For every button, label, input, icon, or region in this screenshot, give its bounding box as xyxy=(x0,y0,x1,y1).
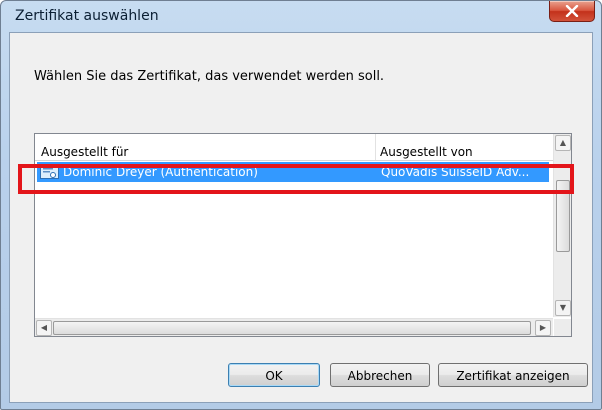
close-icon xyxy=(565,5,579,17)
title-bar[interactable]: Zertifikat auswählen xyxy=(1,1,601,31)
issued-to-cell: Dominic Dreyer (Authentication) xyxy=(63,165,258,179)
certificate-icon xyxy=(40,165,59,179)
dialog-body: Wählen Sie das Zertifikat, das verwendet… xyxy=(9,32,593,403)
scrollbar-corner xyxy=(554,319,571,336)
view-certificate-button[interactable]: Zertifikat anzeigen xyxy=(438,363,588,387)
dialog-window: Zertifikat auswählen Wählen Sie das Zert… xyxy=(0,0,602,410)
cancel-button[interactable]: Abbrechen xyxy=(330,363,430,387)
vertical-scroll-thumb[interactable] xyxy=(556,180,570,252)
certificate-row[interactable]: Dominic Dreyer (Authentication) QuoVadis… xyxy=(37,162,549,182)
scroll-left-button[interactable]: ◀ xyxy=(36,320,52,336)
window-title: Zertifikat auswählen xyxy=(15,8,159,24)
scroll-right-button[interactable]: ▶ xyxy=(535,320,551,336)
ok-button[interactable]: OK xyxy=(228,363,320,387)
close-button[interactable] xyxy=(549,1,595,22)
column-header-issued-by[interactable]: Ausgestellt von xyxy=(376,134,550,160)
list-header: Ausgestellt für Ausgestellt von xyxy=(35,134,553,161)
column-header-issued-to[interactable]: Ausgestellt für xyxy=(37,134,376,160)
horizontal-scrollbar[interactable]: ◀ ▶ xyxy=(35,318,553,336)
vertical-scrollbar[interactable]: ▲ ▼ xyxy=(553,134,571,317)
certificate-list[interactable]: Ausgestellt für Ausgestellt von Dominic … xyxy=(34,133,572,337)
horizontal-scroll-thumb[interactable] xyxy=(53,321,531,335)
issued-by-cell: QuoVadis SuisseID Adv... xyxy=(381,165,530,179)
scroll-down-button[interactable]: ▼ xyxy=(555,300,571,316)
scroll-up-button[interactable]: ▲ xyxy=(555,135,571,151)
instruction-text: Wählen Sie das Zertifikat, das verwendet… xyxy=(34,69,385,84)
